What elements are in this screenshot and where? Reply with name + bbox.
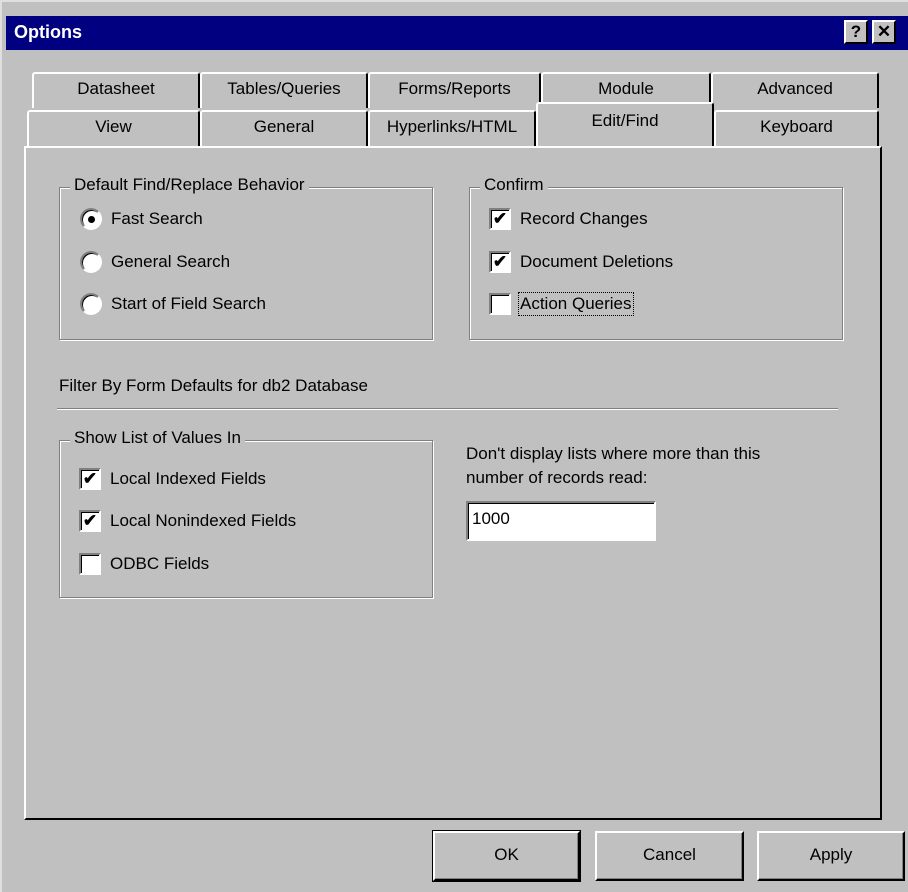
check-mark-icon: ✔: [489, 208, 511, 230]
local-indexed-fields-checkbox[interactable]: ✔ Local Indexed Fields: [79, 468, 266, 490]
general-search-radio[interactable]: General Search: [80, 251, 230, 273]
show-list-legend: Show List of Values In: [70, 428, 245, 448]
close-button[interactable]: ✕: [872, 20, 896, 44]
records-limit-input[interactable]: 1000: [466, 501, 656, 541]
help-button[interactable]: ?: [844, 20, 868, 44]
record-changes-label: Record Changes: [520, 209, 648, 228]
tab-label: Advanced: [757, 79, 833, 98]
filter-by-form-heading: Filter By Form Defaults for db2 Database: [59, 376, 368, 395]
start-of-field-search-label: Start of Field Search: [111, 294, 266, 313]
tab-label: Datasheet: [77, 79, 155, 98]
check-mark-icon: ✔: [489, 251, 511, 273]
tab-label: Edit/Find: [591, 111, 659, 130]
tab-datasheet[interactable]: Datasheet: [32, 72, 200, 108]
section-divider: [57, 408, 838, 410]
fast-search-label: Fast Search: [111, 209, 203, 228]
local-nonindexed-fields-label: Local Nonindexed Fields: [110, 511, 297, 530]
odbc-fields-checkbox[interactable]: ODBC Fields: [79, 553, 209, 575]
close-icon: ✕: [876, 22, 892, 41]
records-limit-label-line2: number of records read:: [466, 468, 648, 487]
tab-hyperlinks-html[interactable]: Hyperlinks/HTML: [368, 110, 536, 146]
radio-indicator: [80, 208, 102, 230]
find-replace-legend: Default Find/Replace Behavior: [70, 175, 309, 195]
tab-advanced[interactable]: Advanced: [711, 72, 879, 108]
tab-view[interactable]: View: [27, 110, 200, 146]
tab-label: Tables/Queries: [227, 79, 341, 98]
document-deletions-checkbox[interactable]: ✔ Document Deletions: [489, 251, 673, 273]
general-search-label: General Search: [111, 252, 231, 271]
action-queries-checkbox[interactable]: Action Queries: [489, 292, 634, 316]
window-title: Options: [14, 22, 82, 42]
options-dialog: Options ? ✕ Datasheet Tables/Queries For…: [0, 0, 908, 892]
local-nonindexed-fields-checkbox[interactable]: ✔ Local Nonindexed Fields: [79, 510, 296, 532]
check-mark-icon: ✔: [79, 510, 101, 532]
edit-find-panel: Default Find/Replace Behavior Fast Searc…: [24, 146, 882, 820]
start-of-field-search-radio[interactable]: Start of Field Search: [80, 293, 266, 315]
records-limit-label-line1: Don't display lists where more than this: [466, 444, 761, 463]
radio-indicator: [80, 251, 102, 273]
check-box: [79, 553, 101, 575]
action-queries-label: Action Queries: [518, 292, 634, 316]
tab-forms-reports[interactable]: Forms/Reports: [368, 72, 541, 108]
tab-label: Forms/Reports: [398, 79, 511, 98]
tab-label: Module: [598, 79, 654, 98]
tab-label: View: [95, 117, 132, 136]
radio-indicator: [80, 293, 102, 315]
tab-edit-find[interactable]: Edit/Find: [536, 102, 714, 146]
cancel-button[interactable]: Cancel: [595, 831, 744, 881]
odbc-fields-label: ODBC Fields: [110, 554, 210, 573]
ok-button[interactable]: OK: [432, 830, 581, 882]
tab-label: Hyperlinks/HTML: [386, 117, 518, 136]
document-deletions-label: Document Deletions: [520, 252, 674, 271]
tab-general[interactable]: General: [200, 110, 368, 146]
tab-label: Keyboard: [760, 117, 833, 136]
check-box: [489, 293, 511, 315]
tab-tables-queries[interactable]: Tables/Queries: [200, 72, 368, 108]
title-bar[interactable]: Options ? ✕: [6, 16, 908, 50]
check-mark-icon: ✔: [79, 468, 101, 490]
local-indexed-fields-label: Local Indexed Fields: [110, 469, 266, 488]
tab-keyboard[interactable]: Keyboard: [714, 110, 879, 146]
confirm-legend: Confirm: [480, 175, 548, 195]
tab-label: General: [253, 117, 315, 136]
record-changes-checkbox[interactable]: ✔ Record Changes: [489, 208, 648, 230]
fast-search-radio[interactable]: Fast Search: [80, 208, 203, 230]
apply-button[interactable]: Apply: [757, 831, 905, 881]
